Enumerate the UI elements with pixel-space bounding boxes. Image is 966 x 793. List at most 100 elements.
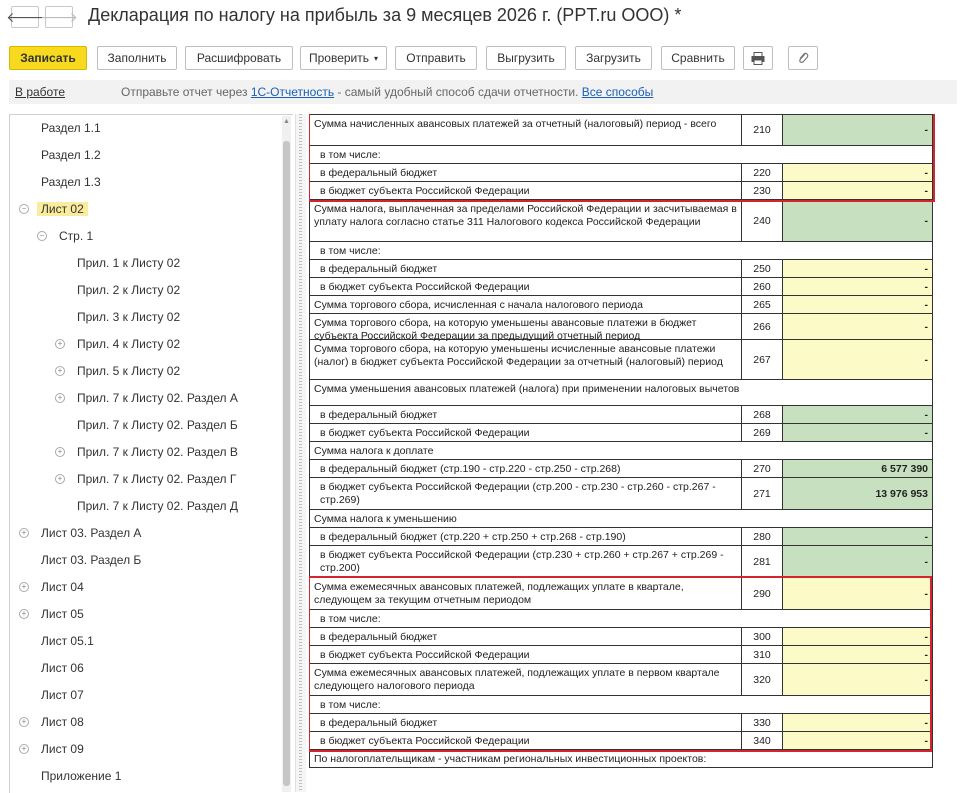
panel-splitter[interactable] — [295, 114, 306, 792]
write-button[interactable]: Записать — [9, 46, 87, 70]
expand-icon[interactable]: + — [19, 609, 29, 619]
row-value-field[interactable]: - — [782, 182, 933, 199]
expand-icon[interactable]: + — [55, 474, 65, 484]
row-value-field[interactable]: - — [782, 340, 933, 379]
form-row-281: в бюджет субъекта Российской Федерации (… — [309, 546, 933, 578]
tree-item[interactable]: Приложение 1 — [41, 766, 121, 786]
row-value-field[interactable]: - — [782, 528, 933, 545]
tree-item[interactable]: Лист 02 — [37, 199, 88, 219]
tree-item[interactable]: Лист 03. Раздел Б — [41, 550, 141, 570]
row-label: в бюджет субъекта Российской Федерации — [309, 732, 741, 749]
row-value-field[interactable]: - — [782, 664, 933, 695]
row-value-field[interactable]: - — [782, 628, 933, 645]
row-value-field[interactable]: - — [782, 578, 933, 609]
row-value-field[interactable]: - — [782, 314, 933, 339]
tree-item[interactable]: Прил. 7 к Листу 02. Раздел В — [77, 442, 238, 462]
tree-item[interactable]: Прил. 3 к Листу 02 — [77, 307, 180, 327]
tree-item[interactable]: Стр. 1 — [59, 226, 93, 246]
forward-button[interactable]: 🡒 — [40, 6, 78, 28]
tree-scrollbar[interactable]: ▲ — [282, 116, 291, 792]
tree-item[interactable]: Лист 03. Раздел А — [41, 523, 141, 543]
back-button[interactable]: 🡐 — [6, 6, 44, 28]
row-code: 340 — [741, 732, 782, 749]
export-button[interactable]: Выгрузить — [486, 46, 566, 70]
tree-item[interactable]: Прил. 7 к Листу 02. Раздел Г — [77, 469, 236, 489]
tree-item[interactable]: Лист 07 — [41, 685, 84, 705]
tree-item[interactable]: Прил. 4 к Листу 02 — [77, 334, 180, 354]
tree-item[interactable]: Раздел 1.3 — [41, 172, 101, 192]
tree-item[interactable]: Прил. 7 к Листу 02. Раздел А — [77, 388, 238, 408]
row-code: 271 — [741, 478, 782, 509]
check-button[interactable]: Проверить ▾ — [300, 46, 387, 70]
row-code: 269 — [741, 424, 782, 441]
row-value-field[interactable]: 6 577 390 — [782, 460, 933, 477]
row-label: Сумма торгового сбора, на которую уменьш… — [309, 314, 741, 342]
tree-item[interactable]: Лист 05.1 — [41, 631, 94, 651]
expand-icon[interactable]: + — [55, 393, 65, 403]
tree-item[interactable]: Прил. 2 к Листу 02 — [77, 280, 180, 300]
tree-item[interactable]: Прил. 7 к Листу 02. Раздел Б — [77, 415, 238, 435]
status-message: Отправьте отчет через 1С-Отчетность - са… — [121, 85, 653, 99]
attach-button[interactable] — [788, 46, 818, 70]
online-reporting-link[interactable]: 1С-Отчетность — [251, 85, 334, 99]
expand-icon[interactable]: + — [19, 717, 29, 727]
row-value-field[interactable]: - — [782, 646, 933, 663]
expand-icon[interactable]: + — [55, 447, 65, 457]
row-value-field[interactable]: 13 976 953 — [782, 478, 933, 509]
expand-icon[interactable]: + — [19, 582, 29, 592]
window-title: Декларация по налогу на прибыль за 9 мес… — [88, 5, 682, 25]
tree-item[interactable]: Лист 09 — [41, 739, 84, 759]
row-value-field[interactable]: - — [782, 546, 933, 577]
tree-item[interactable]: Прил. 7 к Листу 02. Раздел Д — [77, 496, 238, 516]
row-code: 268 — [741, 406, 782, 423]
row-value-field[interactable]: - — [782, 732, 933, 749]
row-code: 300 — [741, 628, 782, 645]
send-button[interactable]: Отправить — [395, 46, 477, 70]
scroll-up-icon[interactable]: ▲ — [283, 118, 290, 125]
tree-item[interactable]: Прил. 5 к Листу 02 — [77, 361, 180, 381]
tree-item[interactable]: Лист 08 — [41, 712, 84, 732]
tree-item[interactable]: Раздел 1.2 — [41, 145, 101, 165]
expand-icon[interactable]: + — [19, 744, 29, 754]
row-label: Сумма ежемесячных авансовых платежей, по… — [309, 578, 741, 609]
expand-icon[interactable]: + — [19, 528, 29, 538]
tree-item[interactable]: Прил. 1 к Листу 02 — [77, 253, 180, 273]
expand-icon[interactable]: + — [55, 366, 65, 376]
row-value-field[interactable]: - — [782, 260, 933, 277]
compare-button[interactable]: Сравнить — [661, 46, 735, 70]
row-value-field[interactable]: - — [782, 714, 933, 731]
tree-item-label: Приложение 1 — [41, 769, 122, 783]
arrow-left-icon: 🡐 — [6, 8, 44, 25]
row-value-field[interactable]: - — [782, 296, 933, 313]
collapse-icon[interactable]: − — [19, 204, 29, 214]
fill-button[interactable]: Заполнить — [97, 46, 177, 70]
tree-item[interactable]: Раздел 1.1 — [41, 118, 101, 138]
row-value-field[interactable]: - — [782, 278, 933, 295]
all-ways-link[interactable]: Все способы — [582, 85, 654, 99]
tree-item[interactable]: Лист 05 — [41, 604, 84, 624]
check-button-label: Проверить — [308, 51, 369, 65]
form-row-310: в бюджет субъекта Российской Федерации 31… — [309, 646, 933, 664]
collapse-icon[interactable]: − — [37, 231, 47, 241]
row-value-field[interactable]: - — [782, 200, 933, 241]
row-label: Сумма начисленных авансовых платежей за … — [309, 115, 741, 145]
row-value-field[interactable]: - — [782, 424, 933, 441]
tree-item-label: Прил. 7 к Листу 02. Раздел А — [77, 391, 238, 405]
section-header-label: в том числе: — [309, 610, 933, 627]
form-row-265: Сумма торгового сбора, исчисленная с нач… — [309, 296, 933, 314]
row-value-field[interactable]: - — [782, 406, 933, 423]
tree-scrollbar-thumb[interactable] — [283, 141, 290, 786]
tree-item[interactable]: Лист 04 — [41, 577, 84, 597]
import-button[interactable]: Загрузить — [575, 46, 652, 70]
section-header-label: в том числе: — [309, 696, 933, 713]
tree-item-label: Лист 04 — [41, 580, 84, 594]
print-button[interactable] — [743, 46, 773, 70]
status-state-link[interactable]: В работе — [15, 85, 65, 99]
expand-icon[interactable]: + — [55, 339, 65, 349]
form-row-210: Сумма начисленных авансовых платежей за … — [309, 114, 933, 146]
tree-item[interactable]: Лист 06 — [41, 658, 84, 678]
form-row-330: в федеральный бюджет 330- — [309, 714, 933, 732]
row-value-field[interactable]: - — [782, 164, 933, 181]
decode-button[interactable]: Расшифровать — [185, 46, 293, 70]
row-value-field[interactable]: - — [782, 115, 933, 145]
